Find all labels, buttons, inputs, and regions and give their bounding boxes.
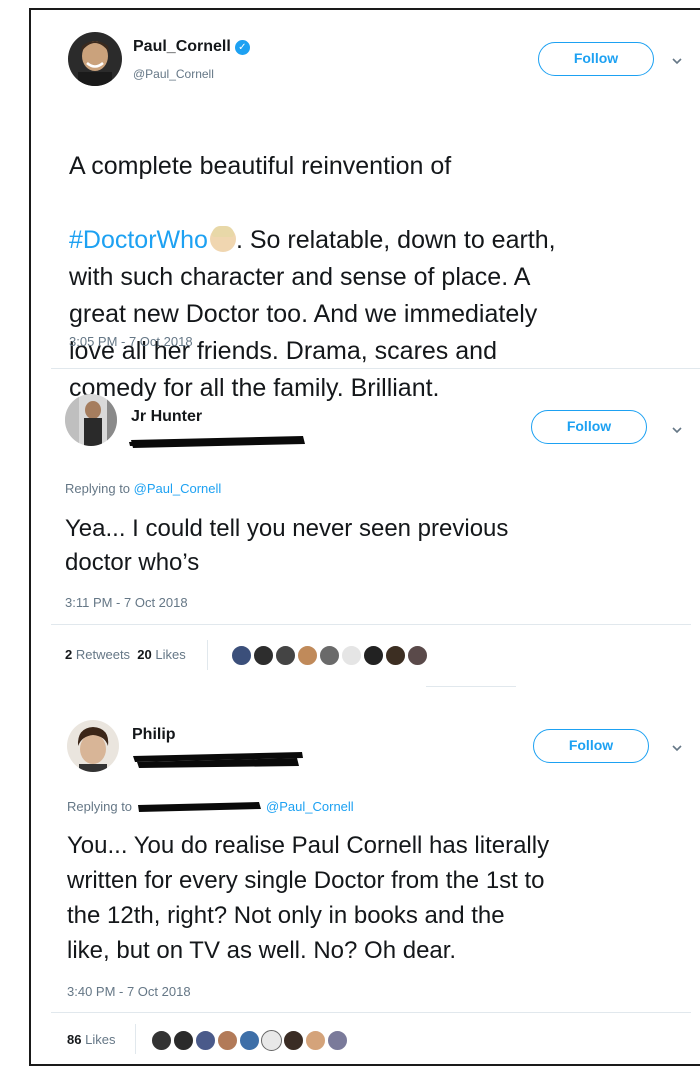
replying-to-label: Replying to (67, 799, 133, 814)
divider (426, 686, 516, 687)
liker-avatar[interactable] (327, 1030, 348, 1051)
tweet-text-start: A complete beautiful reinvention of (69, 152, 452, 180)
divider (51, 1012, 691, 1013)
retweets-label[interactable]: Retweets (76, 647, 130, 662)
likes-count[interactable]: 20 (137, 647, 151, 662)
liker-avatar[interactable] (305, 1030, 326, 1051)
redacted-handle (129, 436, 305, 448)
liker-avatar[interactable] (261, 1030, 282, 1051)
liker-avatars (151, 1030, 451, 1054)
chevron-down-icon[interactable] (671, 424, 683, 436)
tweet-text: You... You do realise Paul Cornell has l… (67, 832, 550, 964)
engagement-stats: 2 Retweets 20 Likes (65, 647, 186, 662)
replying-to-handle-link[interactable]: @Paul_Cornell (134, 481, 222, 496)
likes-label[interactable]: Likes (155, 647, 185, 662)
replying-to-handle-link[interactable]: @Paul_Cornell (266, 799, 354, 814)
likes-label[interactable]: Likes (85, 1032, 115, 1047)
stats-separator (207, 640, 208, 670)
screenshot-frame: Paul_Cornell ✓ @Paul_Cornell Follow A com… (29, 8, 700, 1066)
hashtag-link[interactable]: #DoctorWho (69, 226, 208, 254)
liker-avatar[interactable] (385, 645, 406, 666)
retweets-count[interactable]: 2 (65, 647, 72, 662)
timestamp[interactable]: 3:40 PM - 7 Oct 2018 (67, 984, 191, 999)
follow-button[interactable]: Follow (538, 42, 654, 76)
display-name[interactable]: Paul_Cornell ✓ (133, 38, 250, 56)
liker-avatar[interactable] (239, 1030, 260, 1051)
chevron-down-icon[interactable] (671, 55, 683, 67)
liker-avatar[interactable] (231, 645, 252, 666)
avatar[interactable] (68, 32, 122, 86)
liker-avatar[interactable] (341, 645, 362, 666)
redacted-handle (133, 752, 303, 768)
tweet-paul-cornell: Paul_Cornell ✓ @Paul_Cornell Follow A com… (31, 10, 700, 402)
liker-avatar[interactable] (283, 1030, 304, 1051)
verified-badge-icon: ✓ (234, 40, 250, 55)
divider (51, 368, 700, 369)
replying-to-label: Replying to (65, 481, 134, 496)
liker-avatar[interactable] (253, 645, 274, 666)
engagement-stats: 86 Likes (67, 1032, 115, 1047)
liker-avatar[interactable] (195, 1030, 216, 1051)
display-name-text: Paul_Cornell (133, 38, 231, 55)
divider (51, 624, 691, 625)
liker-avatar[interactable] (173, 1030, 194, 1051)
tweet-philip: Philip Follow Replying to @Paul_Cornell Y… (31, 700, 700, 1068)
replying-to: Replying to @Paul_Cornell (67, 797, 354, 815)
replying-to: Replying to @Paul_Cornell (65, 481, 221, 496)
follow-button[interactable]: Follow (533, 729, 649, 763)
timestamp[interactable]: 3:11 PM - 7 Oct 2018 (65, 595, 188, 610)
liker-avatar[interactable] (217, 1030, 238, 1051)
timestamp[interactable]: 3:05 PM - 7 Oct 2018 (69, 334, 193, 349)
user-handle[interactable]: @Paul_Cornell (133, 67, 214, 81)
likes-count[interactable]: 86 (67, 1032, 81, 1047)
liker-avatar[interactable] (275, 645, 296, 666)
liker-avatar[interactable] (363, 645, 384, 666)
display-name[interactable]: Jr Hunter (131, 408, 202, 426)
avatar[interactable] (65, 394, 117, 446)
liker-avatar[interactable] (407, 645, 428, 666)
face-emoji-icon (209, 226, 236, 252)
liker-avatar[interactable] (151, 1030, 172, 1051)
chevron-down-icon[interactable] (671, 742, 683, 754)
redacted-handle (138, 802, 262, 812)
tweet-jr-hunter: Jr Hunter Follow Replying to @Paul_Corne… (31, 370, 700, 700)
liker-avatars (231, 645, 531, 669)
avatar[interactable] (67, 720, 119, 772)
display-name[interactable]: Philip (132, 726, 176, 744)
liker-avatar[interactable] (319, 645, 340, 666)
stats-separator (135, 1024, 136, 1054)
tweet-text: A complete beautiful reinvention of #Doc… (69, 111, 699, 407)
follow-button[interactable]: Follow (531, 410, 647, 444)
liker-avatar[interactable] (297, 645, 318, 666)
tweet-text: Yea... I could tell you never seen previ… (65, 515, 509, 576)
